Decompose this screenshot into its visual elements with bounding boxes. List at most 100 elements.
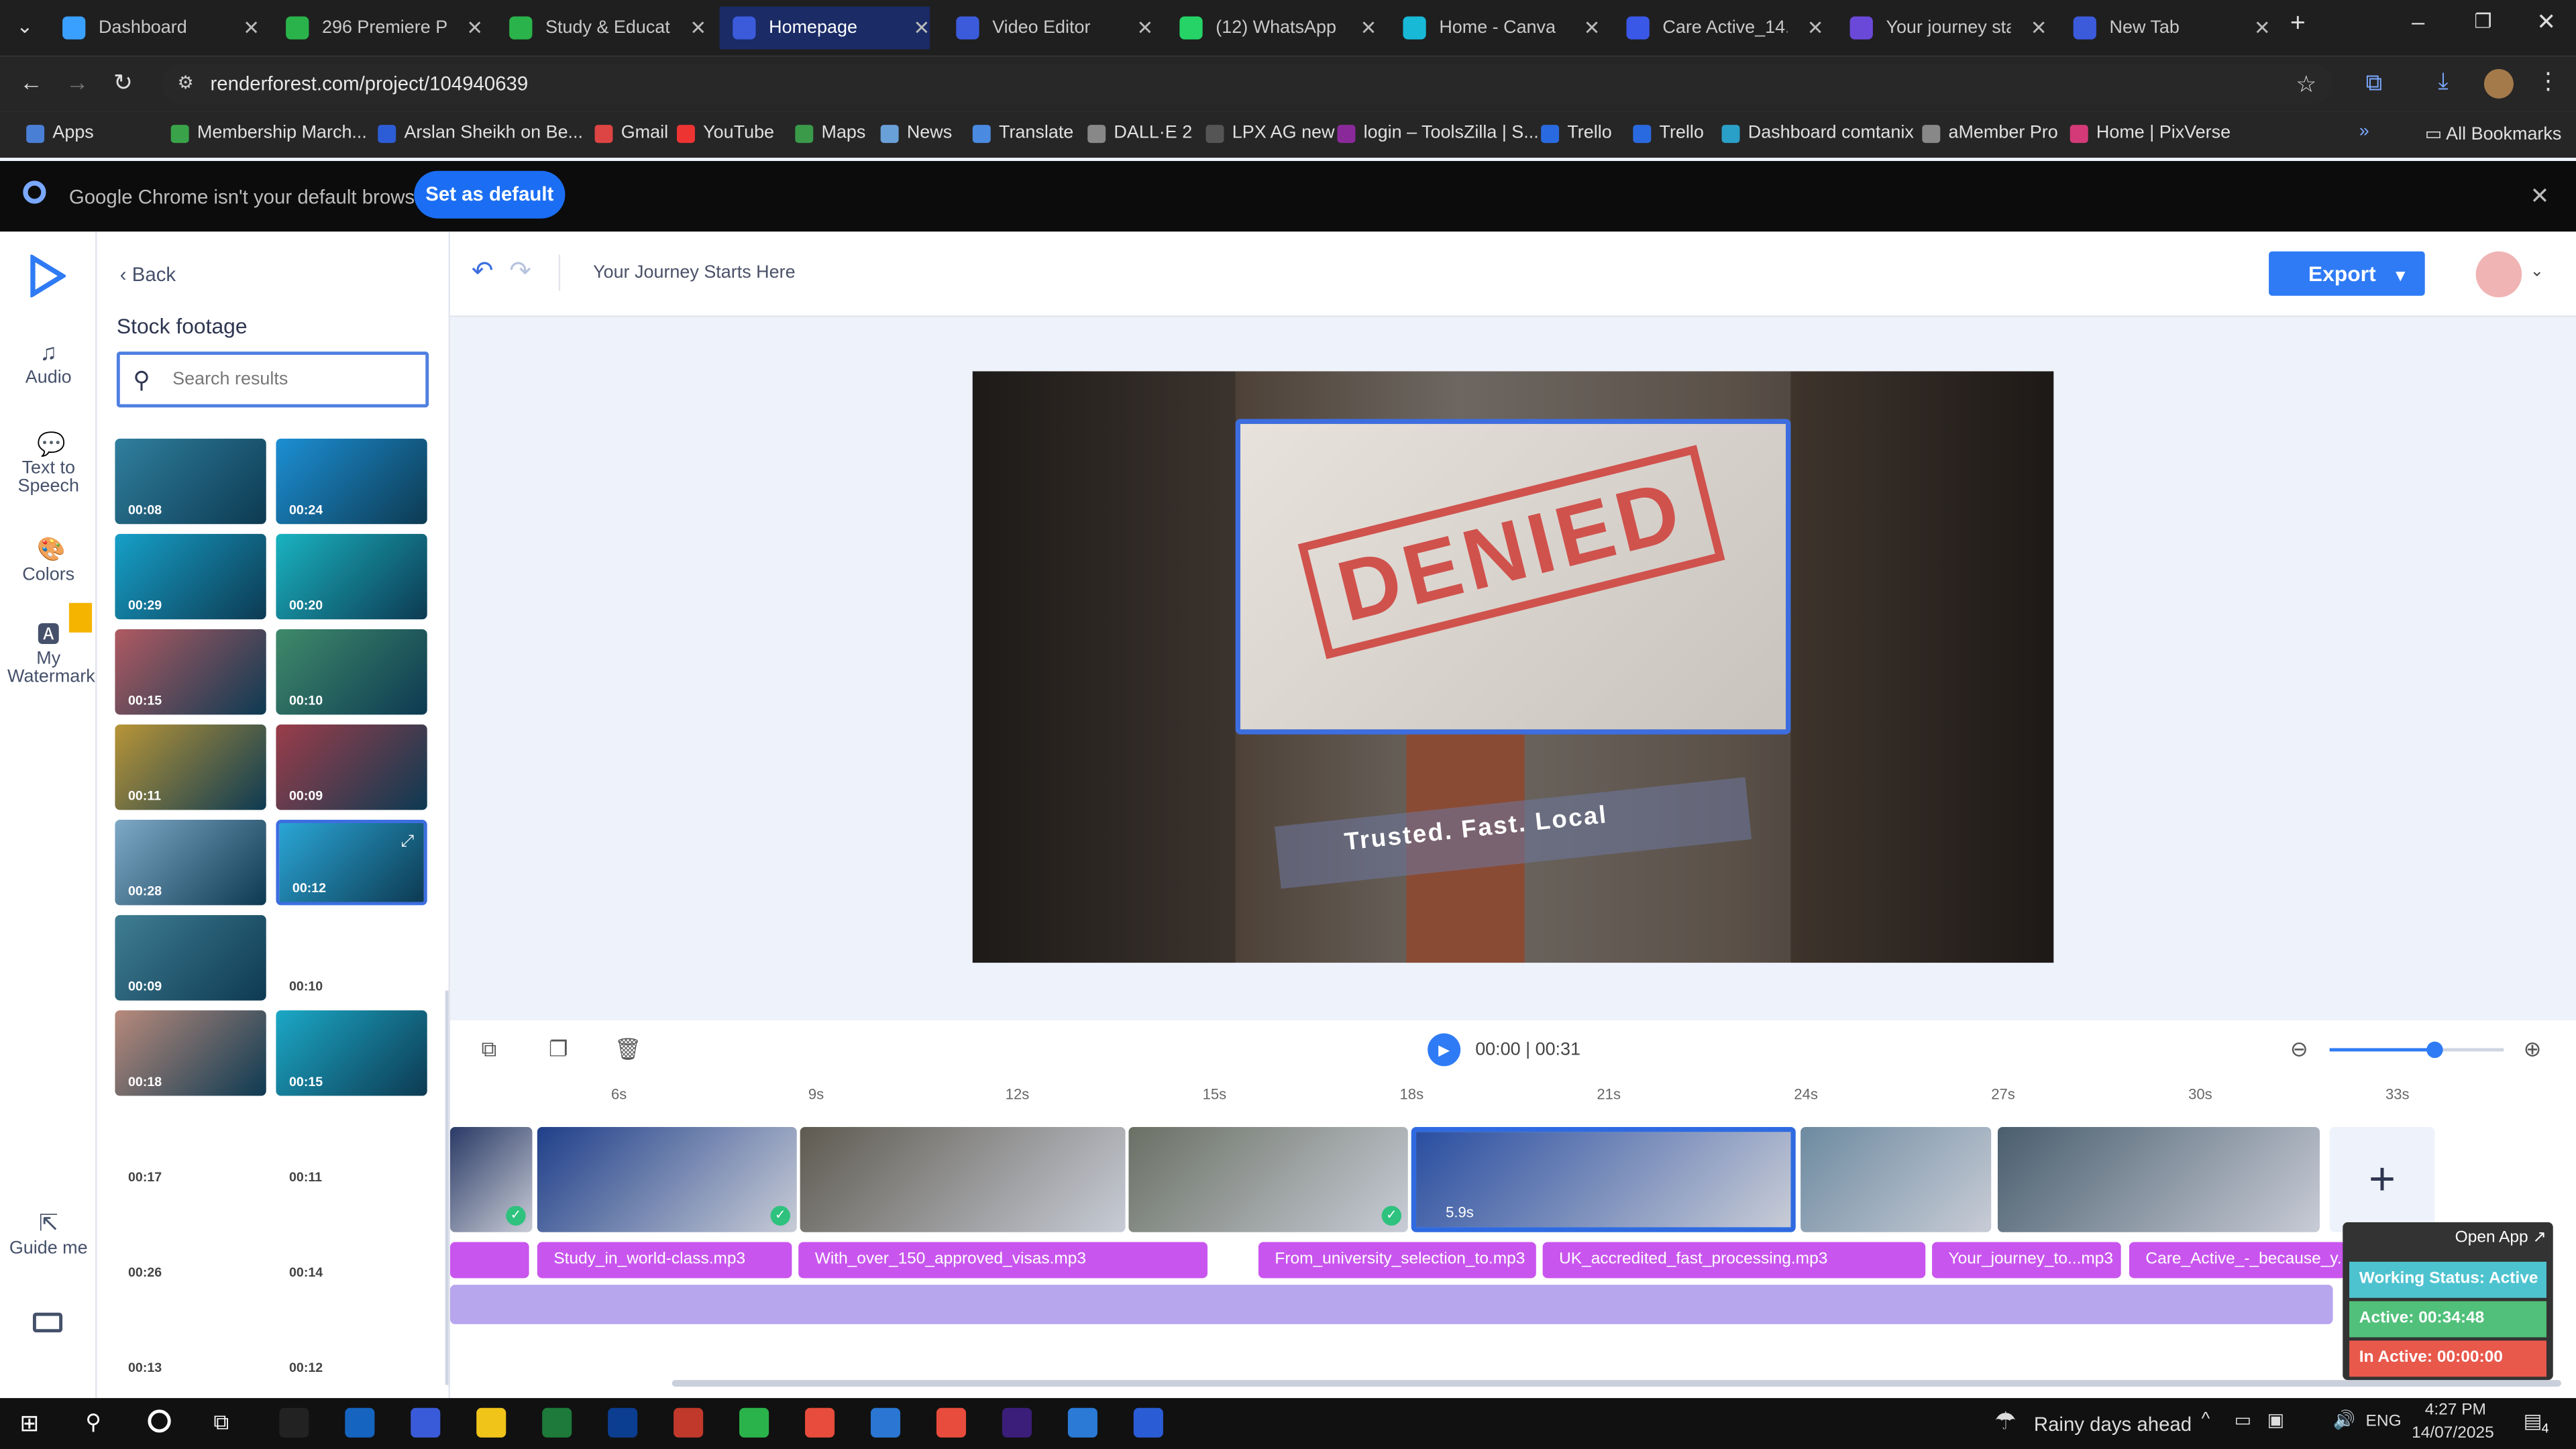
footage-thumbnail[interactable]: 00:24 bbox=[276, 438, 427, 525]
taskbar-app-icon[interactable] bbox=[1002, 1407, 1032, 1438]
tab-close-icon[interactable]: ✕ bbox=[1584, 16, 1601, 39]
video-clip[interactable] bbox=[1801, 1127, 1992, 1232]
tab-close-icon[interactable]: ✕ bbox=[243, 16, 260, 39]
footage-thumbnail[interactable]: 00:11 bbox=[115, 724, 266, 810]
bookmark-star-icon[interactable]: ☆ bbox=[2296, 64, 2316, 104]
clock-time[interactable]: 4:27 PM bbox=[2425, 1401, 2486, 1419]
cortana-icon[interactable] bbox=[148, 1409, 171, 1433]
bookmark-item[interactable]: Trello bbox=[1633, 123, 1704, 143]
play-button[interactable]: ▶ bbox=[1428, 1033, 1461, 1067]
display-icon[interactable]: ▭ bbox=[2235, 1409, 2251, 1431]
video-clip[interactable] bbox=[1997, 1127, 2320, 1232]
footage-thumbnail[interactable]: 00:11 bbox=[276, 1106, 427, 1191]
trash-icon[interactable]: 🗑 bbox=[614, 1036, 641, 1063]
taskbar-app-icon[interactable] bbox=[936, 1407, 967, 1438]
zoom-out-icon[interactable]: ⊖ bbox=[2290, 1036, 2308, 1063]
taskbar-app-icon[interactable] bbox=[345, 1407, 375, 1438]
footage-thumbnail[interactable]: 00:28 bbox=[115, 820, 266, 906]
bookmark-item[interactable]: Gmail bbox=[594, 123, 668, 143]
open-app-link[interactable]: Open App ↗ bbox=[2455, 1229, 2546, 1247]
footage-thumbnail[interactable]: 00:26 bbox=[115, 1201, 266, 1286]
tab-close-icon[interactable]: ✕ bbox=[1807, 16, 1824, 39]
bookmark-item[interactable]: Home | PixVerse bbox=[2070, 123, 2231, 143]
all-bookmarks[interactable]: ▭ All Bookmarks bbox=[2425, 123, 2562, 144]
panel-scrollbar[interactable] bbox=[445, 990, 449, 1385]
video-clip[interactable]: 5.9s bbox=[1411, 1127, 1796, 1232]
bookmark-item[interactable]: LPX AG new bbox=[1205, 123, 1335, 143]
footage-thumbnail[interactable]: 00:10 bbox=[276, 915, 427, 1000]
language-indicator[interactable]: ENG bbox=[2366, 1413, 2402, 1431]
audio-clip[interactable] bbox=[450, 1242, 529, 1279]
video-clip[interactable] bbox=[800, 1127, 1126, 1232]
keyboard-icon[interactable] bbox=[32, 1312, 63, 1333]
account-chevron-icon[interactable]: ⌄ bbox=[2530, 263, 2544, 281]
audio-clip[interactable]: From_university_selection_to.mp3 bbox=[1258, 1242, 1536, 1279]
footage-thumbnail[interactable]: 00:09 bbox=[276, 724, 427, 810]
footage-thumbnail[interactable]: 00:14 bbox=[276, 1201, 427, 1286]
project-title[interactable]: Your Journey Starts Here bbox=[593, 263, 795, 282]
taskbar-app-icon[interactable] bbox=[739, 1407, 769, 1438]
expand-icon[interactable]: ⤢ bbox=[401, 833, 415, 851]
restore-icon[interactable]: ❐ bbox=[2474, 10, 2491, 33]
bookmark-item[interactable]: aMember Pro bbox=[1922, 123, 2058, 143]
video-preview[interactable]: DENIED Trusted. Fast. Local bbox=[972, 371, 2054, 963]
footage-thumbnail[interactable]: 00:29 bbox=[115, 533, 266, 620]
set-default-button[interactable]: Set as default bbox=[414, 170, 566, 219]
audio-clip[interactable]: Care_Active_-_because_y...mp3 bbox=[2129, 1242, 2347, 1279]
tab-close-icon[interactable]: ✕ bbox=[1360, 16, 1377, 39]
bookmark-item[interactable]: login – ToolsZilla | S... bbox=[1337, 123, 1539, 143]
browser-tab[interactable]: Video Editor ✕ bbox=[943, 7, 1153, 50]
tab-close-icon[interactable]: ✕ bbox=[913, 16, 930, 39]
taskbar-app-icon[interactable] bbox=[411, 1407, 441, 1438]
taskbar-app-icon[interactable] bbox=[279, 1407, 309, 1438]
forward-arrow-icon[interactable]: → bbox=[66, 69, 89, 95]
bookmark-item[interactable]: Apps bbox=[26, 123, 94, 143]
bookmark-item[interactable]: Trello bbox=[1541, 123, 1612, 143]
duplicate-icon[interactable]: ❐ bbox=[549, 1036, 568, 1063]
browser-tab[interactable]: Care Active_14.7.2 ✕ bbox=[1613, 7, 1823, 50]
browser-tab[interactable]: Homepage ✕ bbox=[719, 6, 930, 50]
tab-search-icon[interactable]: ⌄ bbox=[16, 15, 33, 38]
video-clip[interactable]: ✓ bbox=[1128, 1127, 1408, 1232]
audio-clip[interactable]: With_over_150_approved_visas.mp3 bbox=[798, 1242, 1208, 1279]
bookmark-item[interactable]: Dashboard comtanix bbox=[1721, 123, 1914, 143]
tab-close-icon[interactable]: ✕ bbox=[1137, 16, 1154, 39]
bookmark-item[interactable]: YouTube bbox=[676, 123, 774, 143]
tab-close-icon[interactable]: ✕ bbox=[466, 16, 483, 39]
denied-photo-frame[interactable]: DENIED bbox=[1235, 419, 1791, 735]
site-info-icon[interactable]: ⚙ bbox=[177, 64, 193, 104]
bookmark-item[interactable]: Arslan Sheikh on Be... bbox=[378, 123, 583, 143]
profile-avatar[interactable] bbox=[2483, 68, 2514, 99]
browser-tab[interactable]: New Tab ✕ bbox=[2060, 7, 2271, 50]
browser-tab[interactable]: Dashboard ✕ bbox=[49, 7, 260, 50]
zoom-in-icon[interactable]: ⊕ bbox=[2524, 1036, 2542, 1063]
bookmark-item[interactable]: News bbox=[880, 123, 952, 143]
back-link[interactable]: ‹ Back bbox=[120, 263, 176, 286]
tab-close-icon[interactable]: ✕ bbox=[690, 16, 706, 39]
renderforest-logo[interactable] bbox=[30, 254, 66, 298]
footage-thumbnail[interactable]: 00:12 bbox=[276, 1296, 427, 1381]
bookmark-item[interactable]: Membership March... bbox=[170, 123, 367, 143]
clock-date[interactable]: 14/07/2025 bbox=[2412, 1424, 2494, 1442]
split-tool-icon[interactable]: ⧉ bbox=[482, 1036, 497, 1063]
footage-thumbnail[interactable]: 00:13 bbox=[115, 1296, 266, 1381]
taskbar-app-icon[interactable] bbox=[805, 1407, 835, 1438]
rail-item-guide[interactable]: ⇱ Guide me bbox=[0, 1211, 97, 1258]
taskbar-app-icon[interactable] bbox=[1067, 1407, 1097, 1438]
browser-tab[interactable]: (12) WhatsApp ✕ bbox=[1167, 7, 1377, 50]
weather-text[interactable]: Rainy days ahead bbox=[2034, 1413, 2192, 1436]
video-clip[interactable]: ✓ bbox=[450, 1127, 533, 1232]
audio-clip[interactable]: Your_journey_to...mp3 bbox=[1932, 1242, 2121, 1279]
minimize-icon[interactable]: – bbox=[2412, 8, 2424, 34]
export-button[interactable]: Export ▼ bbox=[2269, 251, 2425, 296]
audio-clip[interactable]: UK_accredited_fast_processing.mp3 bbox=[1542, 1242, 1926, 1279]
browser-tab[interactable]: Your journey starts ✕ bbox=[1837, 7, 2047, 50]
extensions-icon[interactable]: ⧉ bbox=[2366, 69, 2382, 97]
redo-icon[interactable]: ↷ bbox=[509, 255, 531, 288]
timeline-scrollbar[interactable] bbox=[672, 1380, 2561, 1387]
user-avatar[interactable] bbox=[2475, 251, 2522, 298]
tray-chevron-icon[interactable]: ^ bbox=[2202, 1409, 2210, 1429]
footage-thumbnail[interactable]: 00:20 bbox=[276, 533, 427, 620]
close-window-icon[interactable]: ✕ bbox=[2536, 8, 2556, 36]
bookmarks-overflow-icon[interactable]: » bbox=[2359, 121, 2369, 141]
